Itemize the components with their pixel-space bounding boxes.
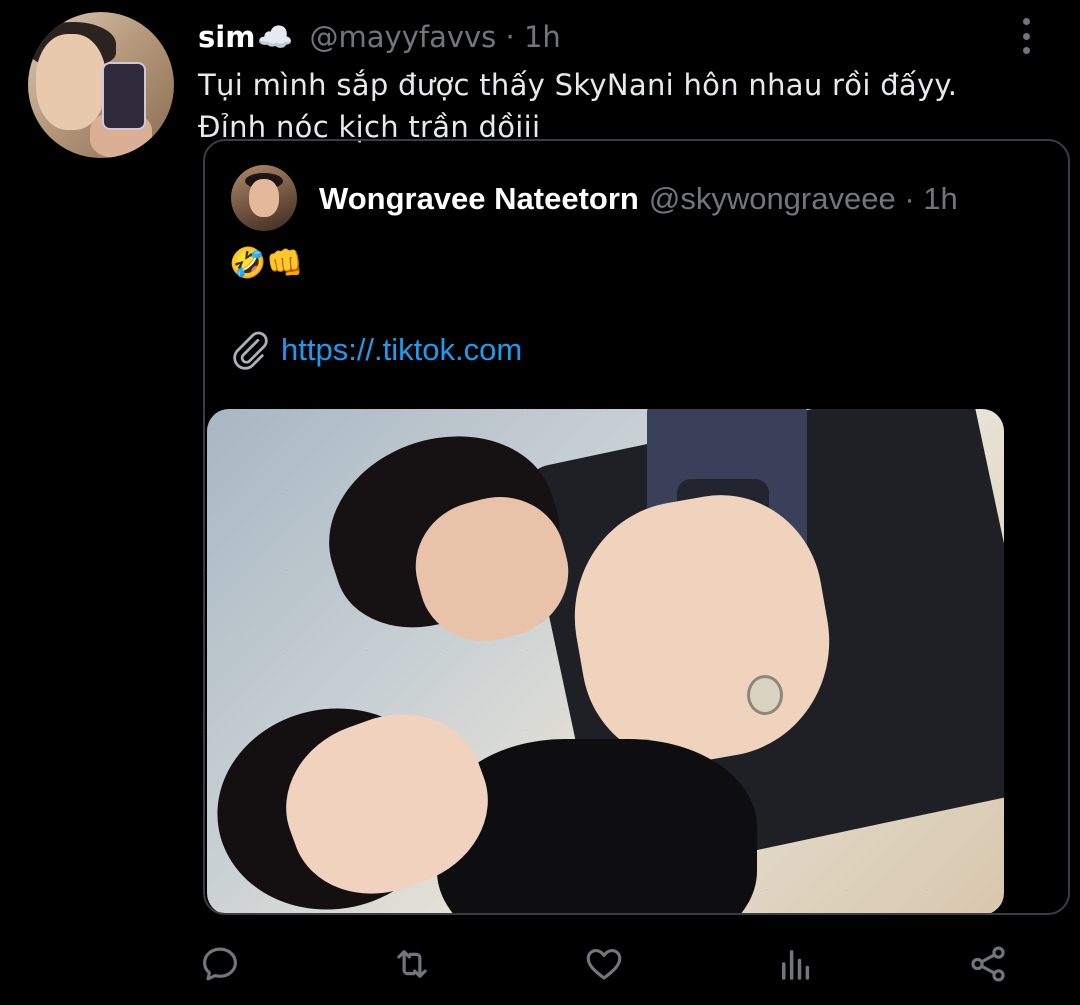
tweet-action-bar: [0, 930, 1080, 994]
views-button[interactable]: [772, 940, 820, 988]
tweet-text-line: Tụi mình sắp được thấy SkyNani hôn nhau …: [198, 68, 958, 102]
quoted-tweet[interactable]: Wongravee Nateetorn @skywongraveee · 1h …: [203, 139, 1070, 915]
share-icon: [971, 946, 1005, 982]
quoted-emojis: 🤣👊: [229, 245, 304, 281]
heart-icon: [586, 948, 622, 980]
author-handle-time[interactable]: @mayyfavvs · 1h: [310, 20, 561, 54]
reply-button[interactable]: [196, 940, 244, 988]
quoted-author-avatar[interactable]: [231, 165, 297, 231]
paperclip-icon: [233, 331, 268, 370]
like-button[interactable]: [580, 940, 628, 988]
quoted-media-image[interactable]: [207, 409, 1004, 913]
quoted-link-row: https://.tiktok.com: [229, 327, 522, 373]
tiktok-link[interactable]: https://.tiktok.com: [281, 332, 522, 368]
quoted-display-name[interactable]: Wongravee Nateetorn: [319, 181, 639, 217]
views-icon: [782, 950, 810, 980]
share-button[interactable]: [964, 940, 1012, 988]
reply-icon: [203, 947, 237, 981]
cloud-emoji: ☁️: [257, 19, 294, 54]
avatar-phone: [102, 62, 146, 130]
more-vertical-icon[interactable]: [1020, 18, 1032, 54]
retweet-button[interactable]: [388, 940, 436, 988]
quoted-avatar-face: [249, 179, 279, 217]
quoted-header: Wongravee Nateetorn @skywongraveee · 1h: [319, 177, 958, 221]
person-top: [437, 739, 757, 913]
author-avatar[interactable]: [28, 12, 174, 158]
more-dot: [1022, 32, 1030, 40]
author-display-name[interactable]: sim: [198, 20, 255, 54]
tweet-text: Tụi mình sắp được thấy SkyNani hôn nhau …: [198, 64, 1038, 148]
more-dot: [1022, 18, 1030, 25]
more-dot: [1022, 47, 1030, 54]
tweet-header: sim ☁️ @mayyfavvs · 1h: [198, 14, 561, 60]
quoted-handle-time[interactable]: @skywongraveee · 1h: [649, 181, 958, 217]
retweet-icon: [397, 950, 427, 978]
avatar-face: [36, 34, 106, 130]
ring-in-photo: [747, 675, 783, 715]
